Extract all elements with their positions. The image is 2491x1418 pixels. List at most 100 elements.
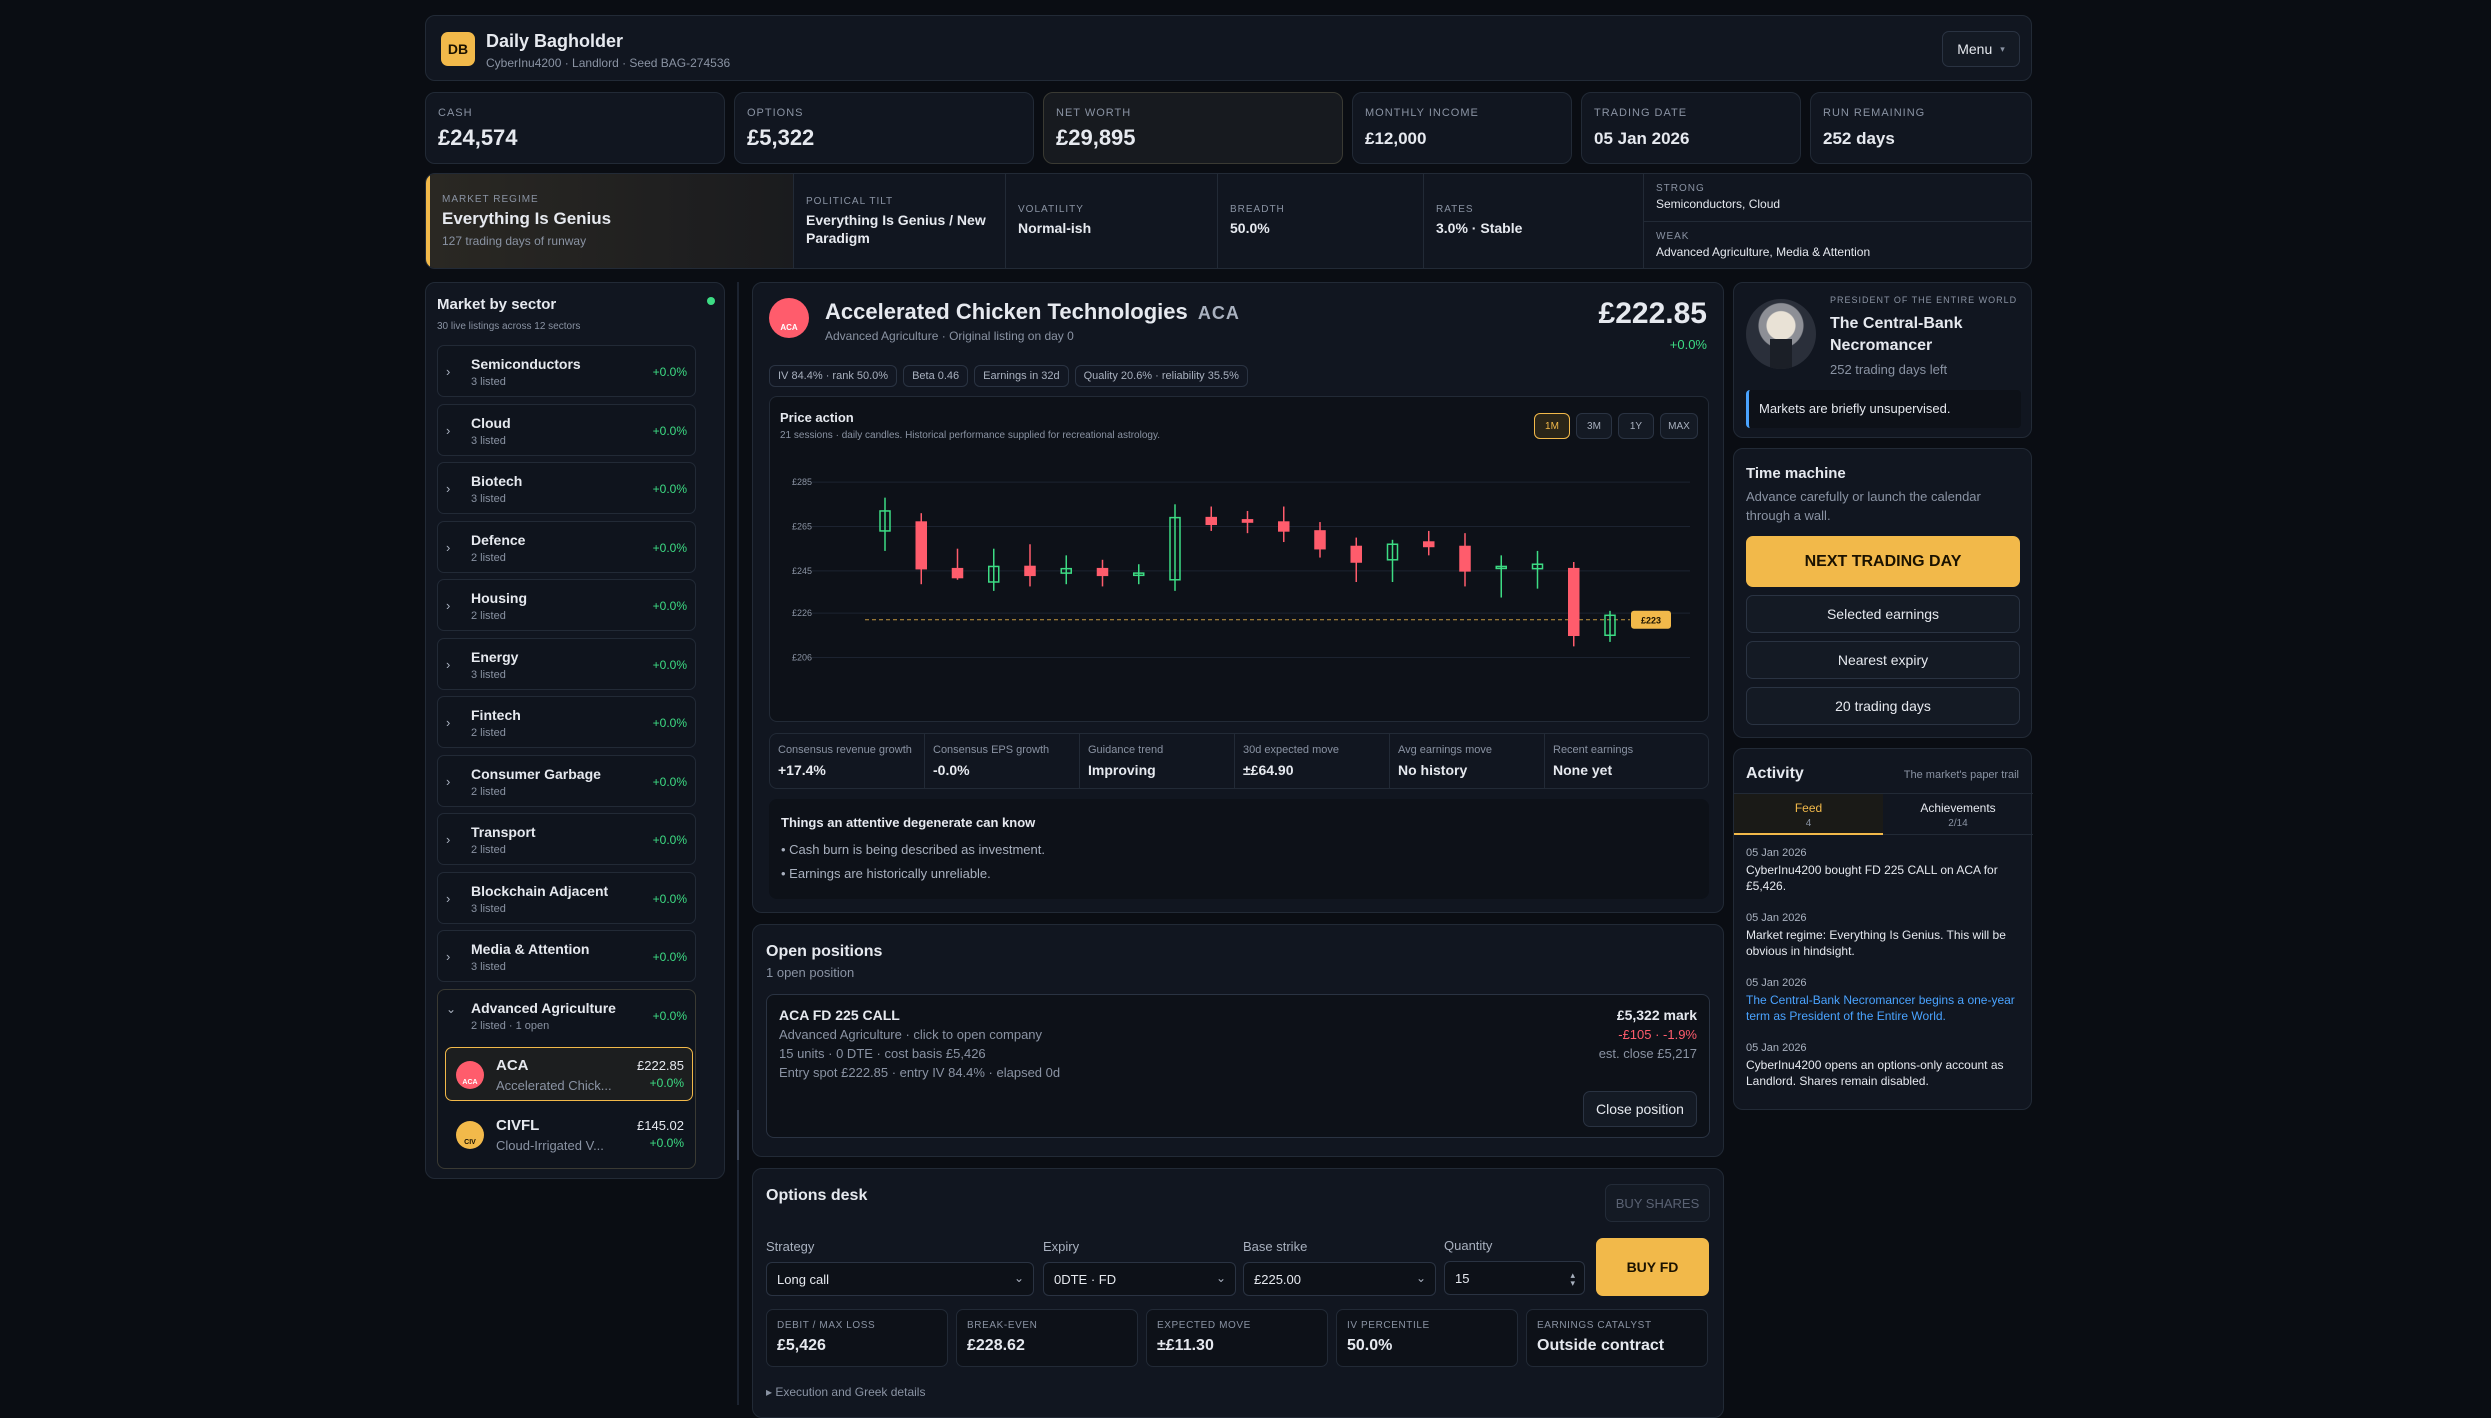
company-subtitle: Advanced Agriculture · Original listing … <box>825 329 1074 343</box>
candle-body <box>915 521 927 570</box>
sector-row[interactable]: › Consumer Garbage 2 listed +0.0% <box>437 754 696 807</box>
quantity-value: 15 <box>1455 1271 1470 1286</box>
metric-cell: Consensus EPS growth -0.0% <box>925 734 1080 788</box>
select-value: 0DTE · FD <box>1054 1272 1117 1287</box>
nearest-expiry-button[interactable]: Nearest expiry <box>1746 641 2020 679</box>
regime-runway: 127 trading days of runway <box>442 234 587 248</box>
sector-row[interactable]: › Transport 2 listed +0.0% <box>437 813 696 865</box>
execution-details-toggle[interactable]: ▸ Execution and Greek details <box>766 1385 925 1399</box>
sector-row[interactable]: › Biotech 3 listed +0.0% <box>437 462 696 514</box>
position-card[interactable]: ACA FD 225 CALL Advanced Agriculture · c… <box>766 994 1710 1138</box>
panel-splitter[interactable] <box>737 282 739 1405</box>
sector-row[interactable]: › Semiconductors 3 listed +0.0% <box>437 345 696 397</box>
desk-stat: IV PERCENTILE 50.0% <box>1336 1309 1518 1367</box>
sector-change: +0.0% <box>652 716 687 730</box>
close-position-button[interactable]: Close position <box>1583 1091 1697 1127</box>
buy-fd-button[interactable]: BUY FD <box>1596 1238 1709 1296</box>
strong-label: STRONG <box>1656 183 1705 194</box>
earnings-pill: Earnings in 32d <box>974 365 1069 387</box>
president-term: 252 trading days left <box>1830 362 1948 377</box>
live-status-dot <box>707 297 715 305</box>
tab-count: 2/14 <box>1948 818 1968 829</box>
sector-row[interactable]: › Cloud 3 listed +0.0% <box>437 403 696 456</box>
stepper-arrows-icon[interactable]: ▴ ▾ <box>1570 1271 1575 1288</box>
timeframe-1y-button[interactable]: 1Y <box>1618 413 1654 439</box>
sector-name: Defence <box>471 531 526 548</box>
tab-feed[interactable]: Feed 4 <box>1734 793 1883 835</box>
president-panel: PRESIDENT OF THE ENTIRE WORLD The Centra… <box>1733 282 2032 438</box>
sector-name: Fintech <box>471 707 521 723</box>
position-entry: Entry spot £222.85 · entry IV 84.4% · el… <box>779 1065 1061 1080</box>
sector-row[interactable]: › Defence 2 listed +0.0% <box>437 520 696 573</box>
splitter-handle[interactable] <box>737 1110 739 1160</box>
expiry-select[interactable]: 0DTE · FD ⌄ <box>1043 1262 1236 1296</box>
menu-button[interactable]: Menu ▾ <box>1942 31 2020 67</box>
activity-tagline: The market's paper trail <box>1903 769 2019 781</box>
strong-sectors: STRONG Semiconductors, Cloud <box>1644 174 2031 222</box>
timeframe-3m-button[interactable]: 3M <box>1576 413 1612 439</box>
iv-pill: IV 84.4% · rank 50.0% <box>769 365 898 387</box>
chevron-down-icon[interactable]: ⌄ <box>446 1002 456 1016</box>
ticker-row-aca[interactable]: ACA ACA Accelerated Chick... £222.85 +0.… <box>445 1047 693 1101</box>
rates-cell: RATES 3.0% · Stable <box>1424 174 1644 268</box>
sector-change: +0.0% <box>652 657 687 672</box>
volatility-label: VOLATILITY <box>1018 204 1084 215</box>
chevron-right-icon: › <box>446 364 451 379</box>
sector-row[interactable]: › Fintech 2 listed +0.0% <box>437 696 696 748</box>
market-regime-bar: MARKET REGIME Everything Is Genius 127 t… <box>425 173 2032 269</box>
sectors-subtitle: 30 live listings across 12 sectors <box>437 321 581 332</box>
suit-icon <box>1770 339 1792 369</box>
strategy-select[interactable]: Long call ⌄ <box>766 1262 1034 1296</box>
sector-row[interactable]: › Energy 3 listed +0.0% <box>437 637 696 690</box>
activity-title: Activity <box>1746 765 1804 782</box>
tab-count: 4 <box>1805 818 1812 829</box>
stat-value: £29,895 <box>1056 125 1136 150</box>
sectors-title: Market by sector <box>437 296 557 313</box>
desk-stat-value: 50.0% <box>1347 1337 1393 1354</box>
regime-cell: MARKET REGIME Everything Is Genius 127 t… <box>426 174 794 268</box>
buy-shares-button[interactable]: BUY SHARES <box>1605 1184 1710 1222</box>
strike-select[interactable]: £225.00 ⌄ <box>1243 1262 1436 1296</box>
chevron-right-icon: › <box>446 656 451 672</box>
app-title: Daily Bagholder <box>486 31 624 51</box>
activity-date: 05 Jan 2026 <box>1746 847 1807 859</box>
ticker-price: £145.02 <box>637 1118 684 1133</box>
next-trading-day-button[interactable]: NEXT TRADING DAY <box>1746 536 2020 587</box>
sector-change: +0.0% <box>652 891 687 906</box>
logo-text: CIV <box>464 1139 476 1146</box>
sector-row[interactable]: › Media & Attention 3 listed +0.0% <box>437 930 696 982</box>
quantity-stepper[interactable]: 15 ▴ ▾ <box>1444 1261 1585 1295</box>
selected-earnings-button[interactable]: Selected earnings <box>1746 595 2020 633</box>
sector-row[interactable]: › Blockchain Adjacent 3 listed +0.0% <box>437 871 696 924</box>
sector-row[interactable]: › Housing 2 listed +0.0% <box>437 579 696 631</box>
sector-name: Housing <box>471 590 527 606</box>
president-name: The Central-Bank Necromancer <box>1830 315 1963 354</box>
sector-name[interactable]: Advanced Agriculture <box>471 1000 616 1016</box>
activity-text: Market regime: Everything Is Genius. Thi… <box>1746 928 2006 958</box>
position-sector-link[interactable]: Advanced Agriculture · click to open com… <box>779 1027 1042 1042</box>
y-tick-label: £265 <box>792 521 812 531</box>
chevron-down-icon: ⌄ <box>1415 1271 1426 1285</box>
chevron-right-icon: › <box>446 890 451 906</box>
timeframe-1m-button[interactable]: 1M <box>1534 413 1570 439</box>
metric-value: ±£64.90 <box>1243 762 1294 778</box>
sector-count: 2 listed <box>471 610 506 622</box>
desk-stat: EARNINGS CATALYST Outside contract <box>1526 1309 1708 1367</box>
app-subtitle: CyberInu4200 · Landlord · Seed BAG-27453… <box>486 56 731 70</box>
candle-body <box>1314 530 1326 550</box>
timeframe-max-button[interactable]: MAX <box>1660 413 1698 439</box>
timeframe-label: MAX <box>1668 420 1690 432</box>
twenty-trading-days-button[interactable]: 20 trading days <box>1746 687 2020 725</box>
chevron-right-icon: › <box>446 422 451 438</box>
select-value: Long call <box>777 1272 830 1287</box>
field-label: Quantity <box>1444 1238 1493 1253</box>
time-machine-panel: Time machine Advance carefully or launch… <box>1733 448 2032 738</box>
tab-achievements[interactable]: Achievements 2/14 <box>1883 793 2033 835</box>
company-change: +0.0% <box>1669 337 1707 352</box>
y-tick-label: £285 <box>792 477 812 487</box>
political-value: Everything Is Genius / New Paradigm <box>806 212 986 246</box>
sector-change: +0.0% <box>652 365 687 379</box>
desk-stat: EXPECTED MOVE ±£11.30 <box>1146 1309 1328 1367</box>
ticker-row-civfl[interactable]: CIV CIVFL Cloud-Irrigated V... £145.02 +… <box>445 1107 693 1161</box>
chevron-right-icon: › <box>446 539 451 555</box>
